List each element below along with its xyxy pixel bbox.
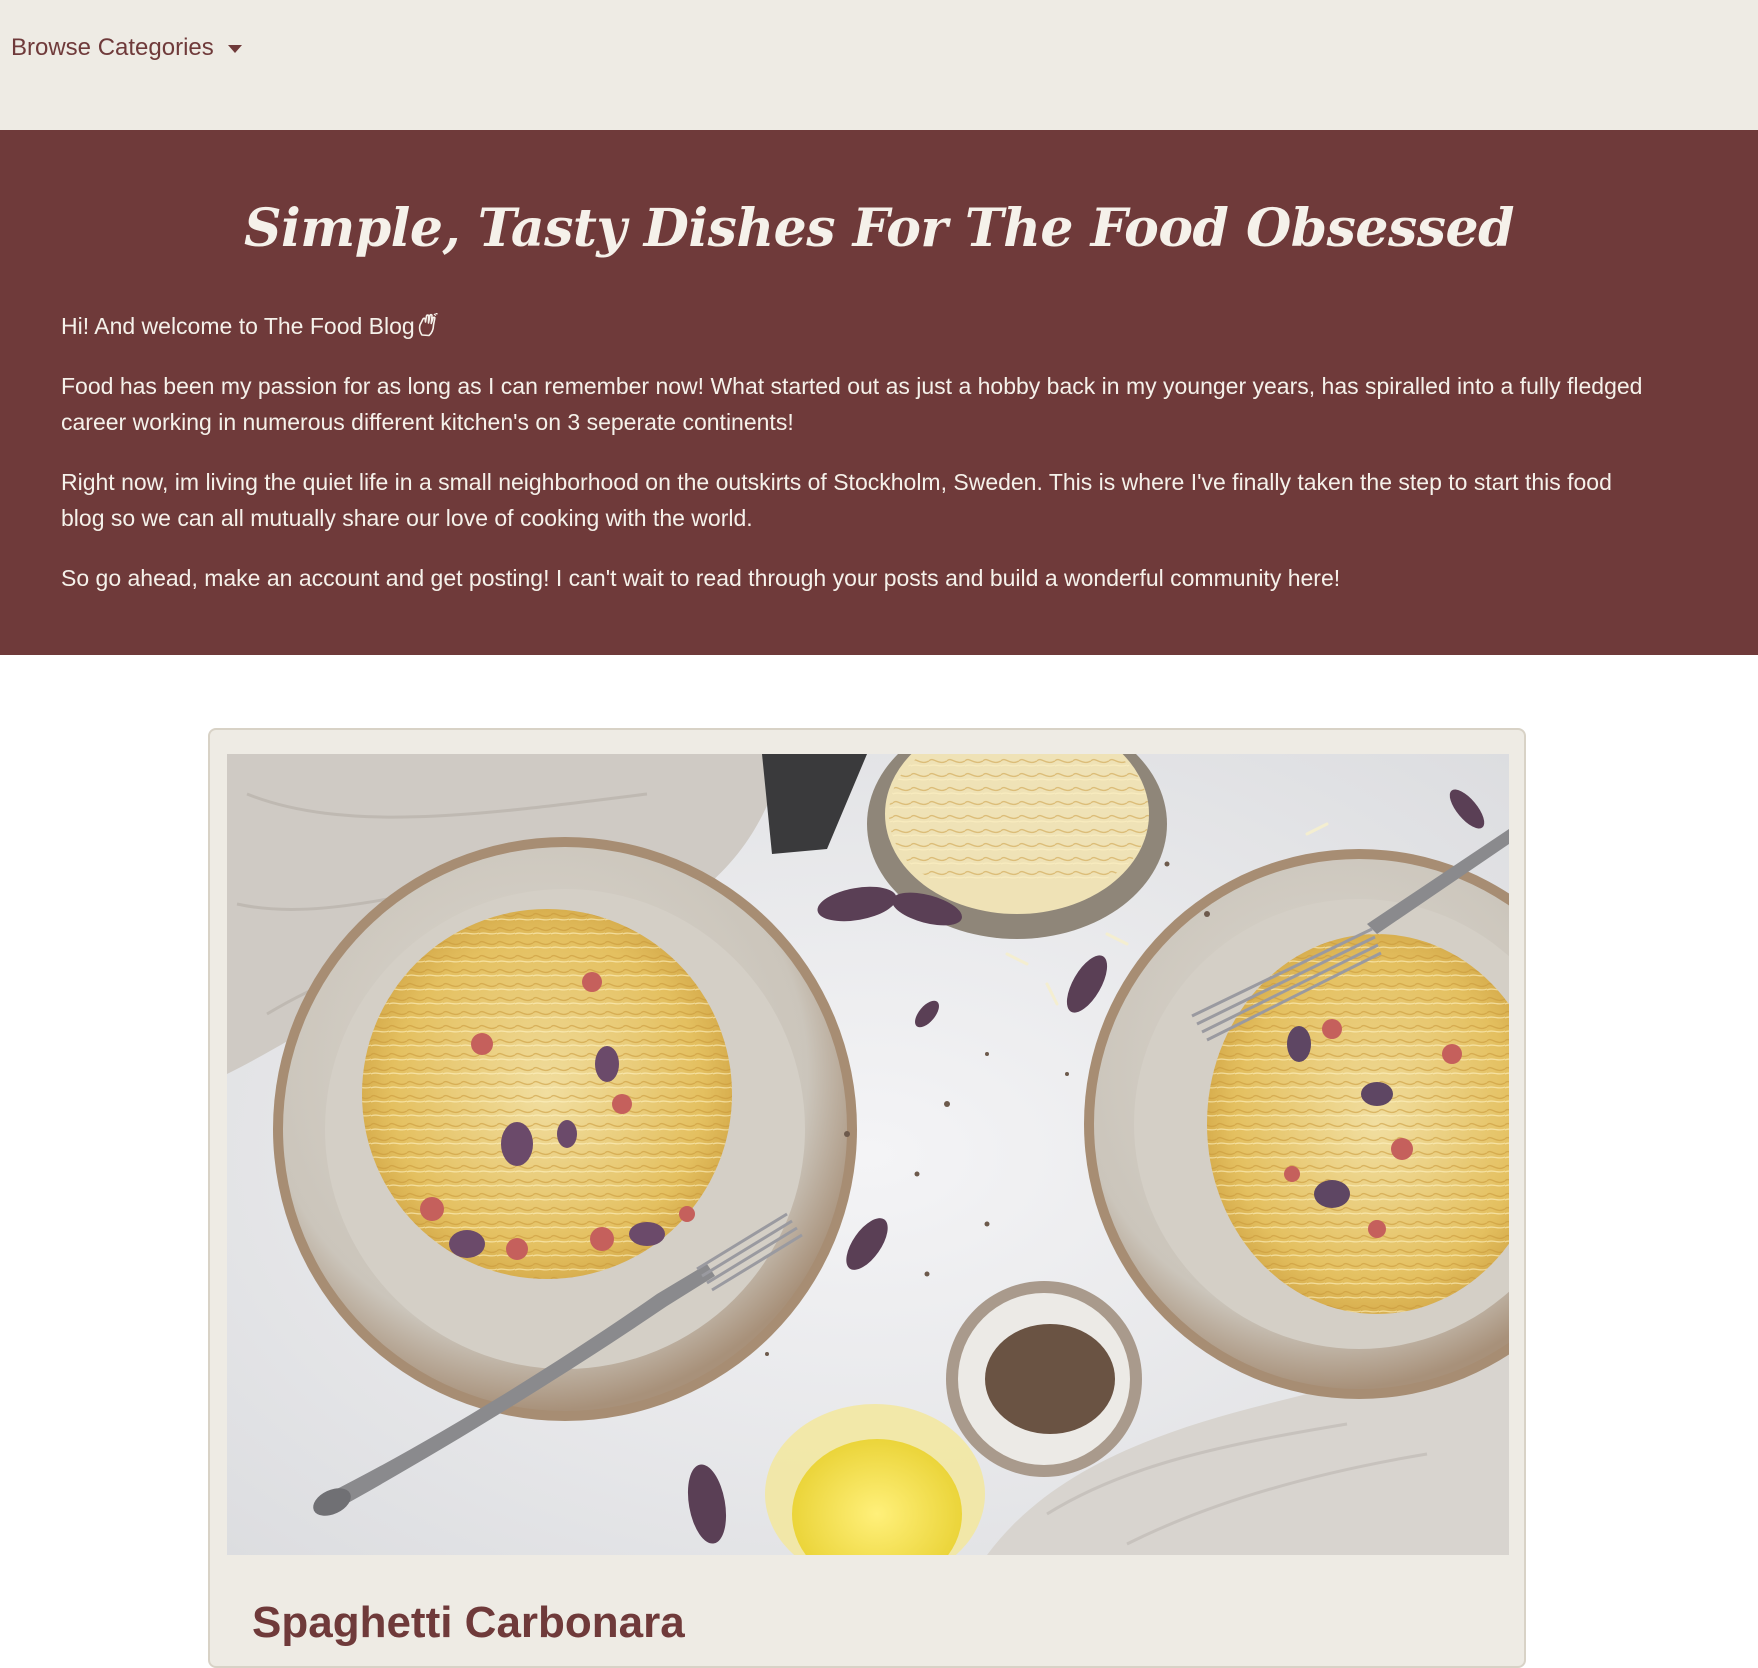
caret-down-icon (227, 45, 242, 53)
spaghetti-carbonara-photo (227, 754, 1509, 1555)
top-navbar: Browse Categories (0, 0, 1758, 130)
post-title[interactable]: Spaghetti Carbonara (252, 1598, 685, 1648)
hero-paragraph: Food has been my passion for as long as … (61, 373, 1643, 435)
hero-greeting: Hi! And welcome to The Food Blog (61, 308, 1661, 344)
waving-hand-icon (418, 313, 438, 337)
hero-paragraph: Right now, im living the quiet life in a… (61, 469, 1612, 531)
hero-paragraph: So go ahead, make an account and get pos… (61, 565, 1341, 591)
hero-section: Simple, Tasty Dishes For The Food Obsess… (0, 130, 1758, 655)
greeting-text: Hi! And welcome to The Food Blog (61, 313, 415, 339)
post-image[interactable] (227, 754, 1509, 1555)
browse-categories-dropdown[interactable]: Browse Categories (11, 34, 242, 62)
post-card[interactable]: Spaghetti Carbonara (208, 728, 1526, 1668)
hero-title: Simple, Tasty Dishes For The Food Obsess… (243, 198, 1515, 259)
browse-categories-label: Browse Categories (11, 34, 214, 61)
hero-intro: Hi! And welcome to The Food Blog Food ha… (61, 308, 1661, 620)
